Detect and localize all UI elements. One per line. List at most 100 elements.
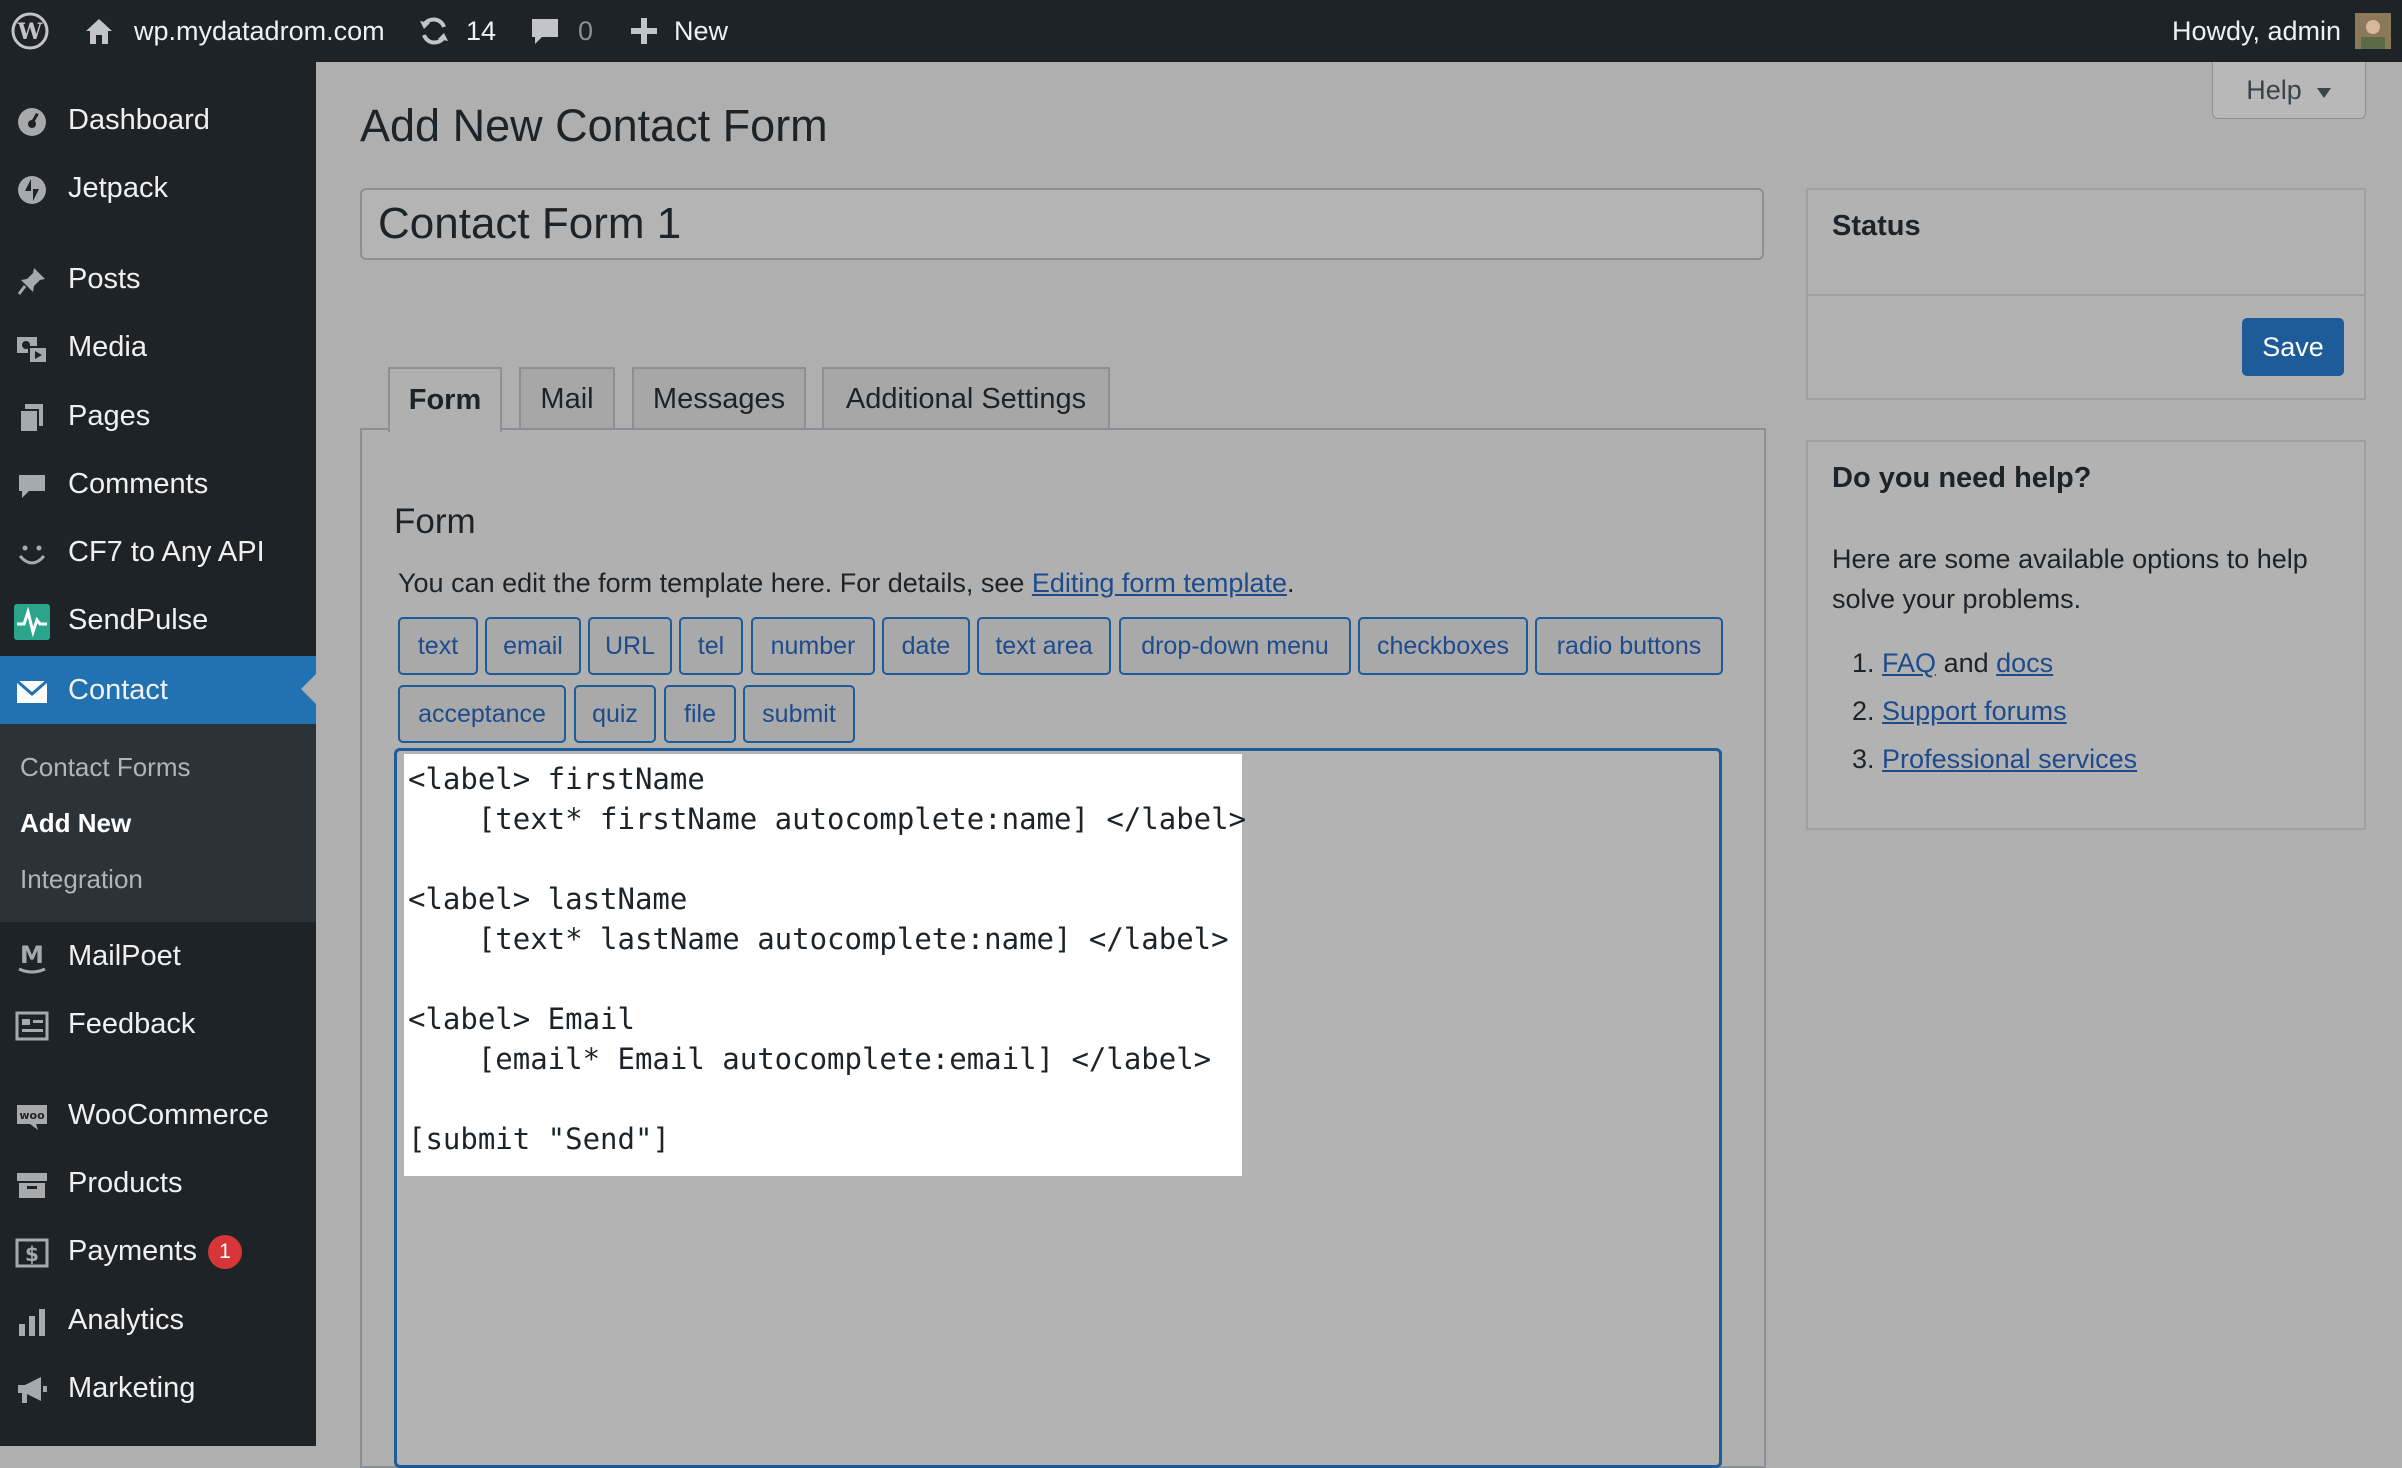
- dashboard-icon: [14, 104, 50, 140]
- my-account-link[interactable]: Howdy, admin: [2172, 0, 2392, 62]
- sidebar-item-label: Comments: [68, 467, 209, 500]
- save-button[interactable]: Save: [2242, 318, 2344, 376]
- page-title: Add New Contact Form: [360, 100, 828, 151]
- panel-heading: Form: [394, 502, 476, 541]
- help-list-item: 1. FAQ and docs: [1852, 648, 2053, 679]
- sidebar-item-dashboard[interactable]: Dashboard: [0, 88, 316, 152]
- svg-text:M: M: [20, 941, 44, 969]
- tag-button-checkboxes[interactable]: checkboxes: [1358, 617, 1528, 675]
- tag-button-quiz[interactable]: quiz: [574, 685, 656, 743]
- tag-button-drop-down-menu[interactable]: drop-down menu: [1119, 617, 1351, 675]
- sidebar-item-label: Jetpack: [68, 171, 168, 204]
- submenu-item-add-new[interactable]: Add New: [20, 808, 131, 839]
- tab-additional-settings[interactable]: Additional Settings: [822, 367, 1110, 430]
- editing-form-template-link[interactable]: Editing form template: [1032, 568, 1287, 598]
- sidebar-item-label: Posts: [68, 262, 141, 295]
- faq-link[interactable]: FAQ: [1882, 648, 1936, 678]
- help-button[interactable]: Help: [2212, 62, 2366, 119]
- admin-bar: W wp.mydatadrom.com 14 0 New Howdy, admi…: [0, 0, 2402, 62]
- help-list-item: 2. Support forums: [1852, 696, 2067, 727]
- wordpress-logo-icon[interactable]: W: [10, 0, 50, 62]
- tab-mail[interactable]: Mail: [519, 367, 615, 430]
- comments-link[interactable]: 0: [528, 0, 593, 62]
- pin-icon: [14, 263, 50, 299]
- tag-button-number[interactable]: number: [751, 617, 875, 675]
- help-list-item: 3. Professional services: [1852, 744, 2137, 775]
- sidebar-item-cf7-to-any-api[interactable]: CF7 to Any API: [0, 520, 316, 584]
- svg-text:W: W: [17, 19, 43, 45]
- feedback-icon: [14, 1008, 50, 1044]
- dollar-icon: $: [14, 1235, 50, 1271]
- tag-button-acceptance[interactable]: acceptance: [398, 685, 566, 743]
- sidebar-item-label: Media: [68, 330, 147, 363]
- list-number: 2.: [1852, 696, 1875, 726]
- tag-button-tel[interactable]: tel: [679, 617, 743, 675]
- tag-button-radio-buttons[interactable]: radio buttons: [1535, 617, 1723, 675]
- sidebar-item-marketing[interactable]: Marketing: [0, 1356, 316, 1420]
- sidebar-item-feedback[interactable]: Feedback: [0, 992, 316, 1056]
- sidebar-item-sendpulse[interactable]: SendPulse: [0, 588, 316, 652]
- sidebar-item-comments[interactable]: Comments: [0, 452, 316, 516]
- comment-bubble-icon: [528, 14, 562, 48]
- sidebar-item-label: Dashboard: [68, 103, 210, 136]
- smile-icon: [14, 536, 50, 572]
- code-line: <label> Email: [408, 1002, 635, 1036]
- howdy-text: Howdy, admin: [2172, 15, 2342, 46]
- caret-down-icon: [2316, 75, 2332, 106]
- sidebar-item-products[interactable]: Products: [0, 1151, 316, 1215]
- panel-description: You can edit the form template here. For…: [398, 568, 1295, 599]
- site-name: wp.mydatadrom.com: [134, 15, 385, 46]
- sendpulse-icon: [14, 604, 50, 640]
- updates-count: 14: [466, 15, 497, 46]
- woo-icon: woo: [14, 1099, 50, 1135]
- help-box-text: Here are some available options to help: [1832, 544, 2308, 574]
- submenu-item-contact-forms[interactable]: Contact Forms: [20, 752, 191, 783]
- status-divider: [1808, 294, 2364, 296]
- sidebar-item-label: Feedback: [68, 1007, 196, 1040]
- description-period: .: [1286, 568, 1295, 598]
- sidebar-item-media[interactable]: Media: [0, 315, 316, 379]
- mailpoet-icon: M: [14, 940, 50, 976]
- sidebar-item-label: Products: [68, 1166, 183, 1199]
- sidebar-item-pages[interactable]: Pages: [0, 384, 316, 448]
- archive-icon: [14, 1167, 50, 1203]
- sidebar-item-woocommerce[interactable]: woo WooCommerce: [0, 1083, 316, 1147]
- tab-form[interactable]: Form: [388, 367, 502, 432]
- tab-messages[interactable]: Messages: [632, 367, 806, 430]
- submenu-item-integration[interactable]: Integration: [20, 864, 143, 895]
- payments-count-badge: 1: [208, 1235, 242, 1269]
- form-title-input[interactable]: Contact Form 1: [360, 188, 1764, 260]
- site-name-link[interactable]: wp.mydatadrom.com: [82, 0, 385, 62]
- sidebar-item-mailpoet[interactable]: M MailPoet: [0, 924, 316, 988]
- new-content-link[interactable]: New: [628, 0, 728, 62]
- avatar: [2355, 13, 2392, 49]
- sidebar-item-label: Marketing: [68, 1371, 196, 1404]
- sidebar-item-label: Analytics: [68, 1303, 185, 1336]
- sidebar-item-analytics[interactable]: Analytics: [0, 1288, 316, 1352]
- sidebar-item-contact[interactable]: Contact: [0, 656, 316, 724]
- sidebar-item-payments[interactable]: $ Payments 1: [0, 1219, 316, 1283]
- professional-services-link[interactable]: Professional services: [1882, 744, 2137, 774]
- sidebar-item-label: MailPoet: [68, 939, 181, 972]
- updates-link[interactable]: 14: [416, 0, 496, 62]
- tag-button-date[interactable]: date: [882, 617, 970, 675]
- code-line: <label> firstName: [408, 762, 705, 796]
- sidebar-item-label: Payments: [68, 1234, 197, 1267]
- tag-button-submit[interactable]: submit: [743, 685, 855, 743]
- list-number: 1.: [1852, 648, 1875, 678]
- media-icon: [14, 331, 50, 367]
- tag-button-text[interactable]: text: [398, 617, 478, 675]
- new-label: New: [674, 15, 729, 46]
- sidebar-item-posts[interactable]: Posts: [0, 247, 316, 311]
- docs-link[interactable]: docs: [1996, 648, 2053, 678]
- code-line: <label> lastName: [408, 882, 688, 916]
- description-text: You can edit the form template here. For…: [398, 568, 1032, 598]
- sidebar-item-label: Pages: [68, 399, 151, 432]
- tag-button-text-area[interactable]: text area: [977, 617, 1111, 675]
- home-icon: [82, 14, 116, 48]
- tag-button-email[interactable]: email: [485, 617, 581, 675]
- tag-button-file[interactable]: file: [664, 685, 736, 743]
- tag-button-url[interactable]: URL: [588, 617, 672, 675]
- sidebar-item-jetpack[interactable]: Jetpack: [0, 156, 316, 220]
- support-forums-link[interactable]: Support forums: [1882, 696, 2067, 726]
